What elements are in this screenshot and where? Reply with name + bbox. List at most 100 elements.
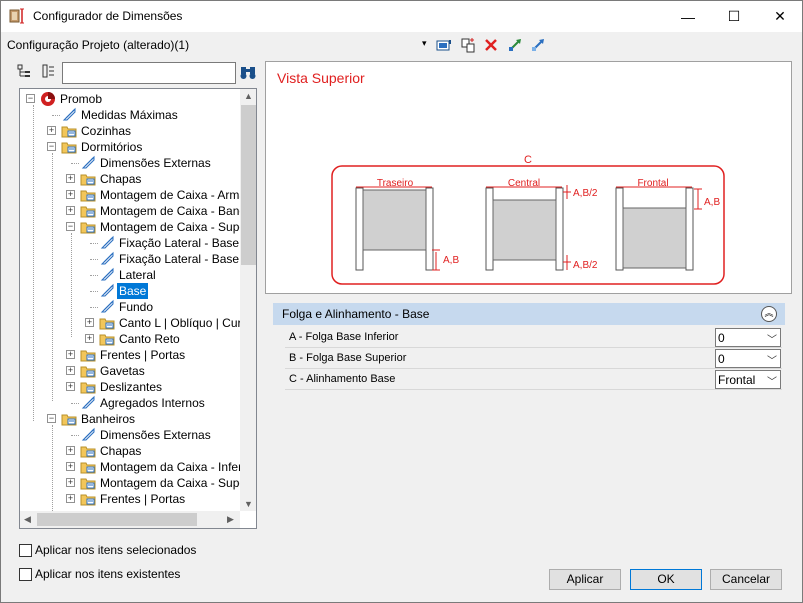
tree-node[interactable]: + Montagem de Caixa - Bancada — [20, 203, 240, 219]
tree-node[interactable]: + Cozinhas — [20, 123, 240, 139]
scroll-left-icon[interactable]: ◀ — [24, 514, 31, 525]
expand-icon[interactable]: + — [66, 382, 75, 391]
tree-node[interactable]: + Canto Reto — [20, 331, 240, 347]
tree-view[interactable]: − Promob Medidas Máximas + Cozinhas − Dormitór… — [19, 88, 257, 529]
expand-icon[interactable]: + — [66, 462, 75, 471]
expand-icon[interactable]: + — [66, 174, 75, 183]
tree-node-label: Montagem da Caixa - Superior — [100, 476, 240, 490]
apply-existing-checkbox[interactable] — [19, 567, 32, 581]
tree-node[interactable]: − Banheiros — [20, 411, 240, 427]
collapse-icon[interactable]: − — [26, 94, 35, 103]
apply-selected-checkbox-row[interactable]: Aplicar nos itens selecionados — [19, 542, 196, 558]
apply-existing-checkbox-row[interactable]: Aplicar nos itens existentes — [19, 566, 180, 582]
minimize-icon: — — [681, 8, 695, 25]
collapse-section-icon[interactable]: ︽ — [761, 306, 777, 322]
tree-node[interactable]: Dimensões Externas — [20, 427, 240, 443]
tree-node[interactable]: − Promob — [20, 91, 240, 107]
tree-node[interactable]: + Montagem de Caixa - Armário — [20, 187, 240, 203]
folder-icon — [61, 142, 77, 154]
apply-selected-checkbox[interactable] — [19, 543, 32, 557]
frontal-ab-label: A,B — [704, 197, 720, 208]
search-icon[interactable] — [239, 64, 257, 82]
expand-icon[interactable]: + — [85, 318, 94, 327]
expand-icon[interactable]: + — [47, 126, 56, 135]
expand-tree-icon[interactable] — [15, 62, 33, 80]
tree-node[interactable]: Dimensões Externas — [20, 155, 240, 171]
tree-node[interactable]: Fixação Lateral - Base Inferior — [20, 235, 240, 251]
tree-node[interactable]: Base — [20, 283, 240, 299]
folga-superior-select[interactable]: 0 ﹀ — [715, 349, 781, 368]
expand-icon[interactable]: + — [66, 190, 75, 199]
chevron-down-icon: ﹀ — [767, 356, 777, 367]
config-tag-icon — [81, 155, 95, 169]
tree-node-label: Dimensões Externas — [100, 156, 211, 170]
window-title: Configurador de Dimensões — [33, 9, 183, 23]
property-label: C - Alinhamento Base — [289, 373, 396, 385]
folder-icon — [61, 414, 77, 426]
scroll-down-icon[interactable]: ▼ — [244, 499, 253, 509]
tree-node[interactable]: + Frentes | Portas — [20, 491, 240, 507]
maximize-button[interactable]: ☐ — [711, 1, 757, 32]
import-icon[interactable] — [506, 36, 524, 54]
tree-node[interactable]: − Dormitórios — [20, 139, 240, 155]
tree-node[interactable]: + Deslizantes — [20, 379, 240, 395]
delete-icon[interactable] — [482, 36, 500, 54]
frontal-side-left — [615, 187, 624, 271]
expand-icon[interactable]: + — [66, 478, 75, 487]
tree-node[interactable]: Medidas Máximas — [20, 107, 240, 123]
export-icon[interactable] — [529, 36, 547, 54]
save-config-icon[interactable] — [435, 36, 453, 54]
vertical-scroll-thumb[interactable] — [241, 105, 256, 265]
collapse-tree-icon[interactable] — [39, 62, 57, 80]
tree-node[interactable]: Agregados Internos — [20, 395, 240, 411]
tree-node[interactable]: + Montagem da Caixa - Inferior — [20, 459, 240, 475]
tree-node[interactable]: Lateral — [20, 267, 240, 283]
close-button[interactable]: ✕ — [757, 1, 803, 32]
scroll-right-icon[interactable]: ▶ — [227, 514, 234, 525]
ok-button[interactable]: OK — [630, 569, 702, 590]
horizontal-scroll-thumb[interactable] — [37, 513, 197, 526]
folga-inferior-select[interactable]: 0 ﹀ — [715, 328, 781, 347]
collapse-icon[interactable]: − — [47, 142, 56, 151]
expand-icon[interactable]: + — [85, 334, 94, 343]
tree-node[interactable]: − Montagem de Caixa - Superior — [20, 219, 240, 235]
chevron-down-icon: ﹀ — [767, 335, 777, 346]
search-input[interactable] — [62, 62, 236, 84]
property-row: A - Folga Base Inferior 0 ﹀ — [285, 327, 782, 348]
config-name: Configuração Projeto (alterado)(1) — [7, 38, 190, 52]
minimize-button[interactable]: — — [665, 1, 711, 32]
config-tag-icon — [100, 235, 114, 249]
traseiro-ab-label: A,B — [443, 255, 459, 266]
copy-config-icon[interactable] — [459, 36, 477, 54]
section-header[interactable]: Folga e Alinhamento - Base ︽ — [273, 303, 785, 325]
tree-node[interactable]: + Chapas — [20, 171, 240, 187]
central-side-right — [555, 187, 564, 271]
alinhamento-select[interactable]: Frontal ﹀ — [715, 370, 781, 389]
folder-icon — [61, 126, 77, 138]
expand-icon[interactable]: + — [66, 366, 75, 375]
expand-icon[interactable]: + — [66, 494, 75, 503]
apply-button[interactable]: Aplicar — [549, 569, 621, 590]
tree-node[interactable]: + Gavetas — [20, 363, 240, 379]
tree-node[interactable]: + Montagem da Caixa - Superior — [20, 475, 240, 491]
cancel-button[interactable]: Cancelar — [710, 569, 782, 590]
scroll-up-icon[interactable]: ▲ — [244, 91, 253, 101]
collapse-icon[interactable]: − — [47, 414, 56, 423]
tree-node[interactable]: Fundo — [20, 299, 240, 315]
config-tag-icon — [62, 107, 76, 121]
tree-node[interactable]: Fixação Lateral - Base Superior — [20, 251, 240, 267]
tree-node[interactable]: + Frentes | Portas — [20, 347, 240, 363]
expand-icon[interactable]: + — [66, 350, 75, 359]
tree-node-label: Deslizantes — [100, 380, 163, 394]
config-dropdown-arrow[interactable]: ▾ — [422, 38, 427, 49]
folder-icon — [80, 462, 96, 474]
collapse-icon[interactable]: − — [66, 222, 75, 231]
tree-guide-line — [71, 163, 79, 164]
tree-node[interactable]: + Canto L | Oblíquo | Curvo — [20, 315, 240, 331]
property-row: C - Alinhamento Base Frontal ﹀ — [285, 369, 782, 390]
tree-node[interactable]: + Chapas — [20, 443, 240, 459]
expand-icon[interactable]: + — [66, 446, 75, 455]
expand-icon[interactable]: + — [66, 206, 75, 215]
folder-icon — [80, 222, 96, 234]
tree-guide-line — [90, 291, 98, 292]
